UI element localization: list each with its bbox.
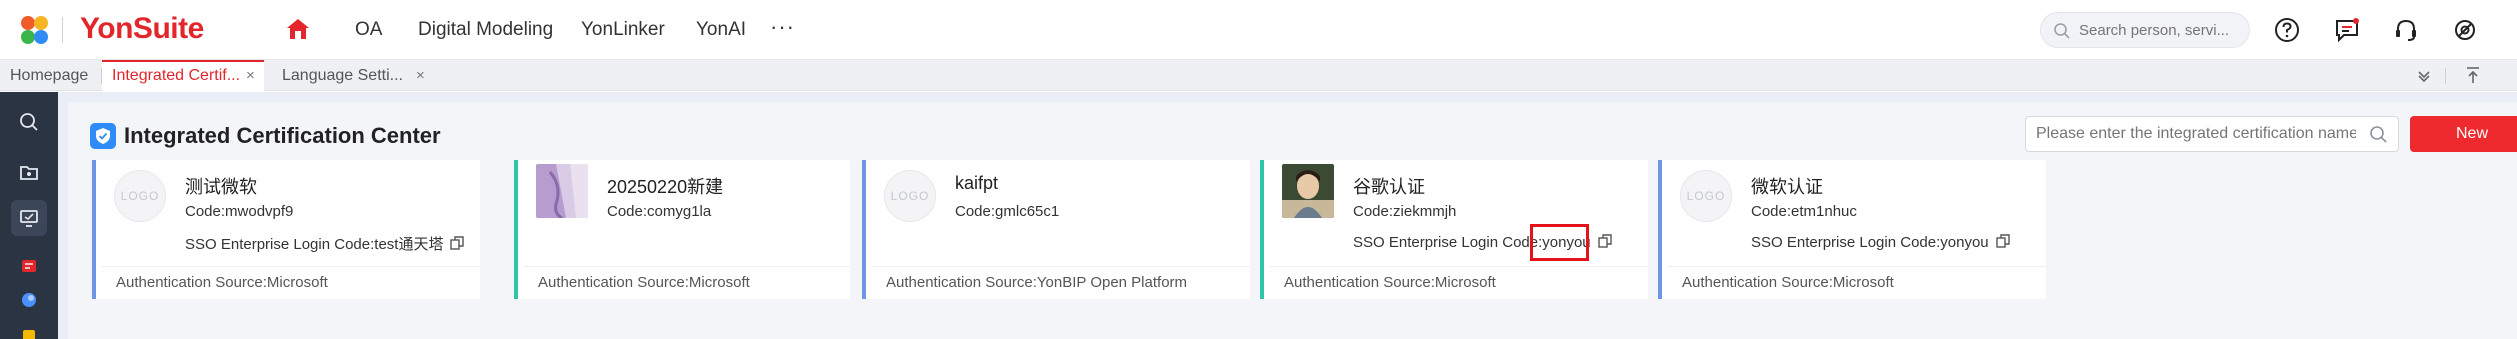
card-code: Code:comyg1la [607,203,712,220]
card-accent [1658,160,1662,299]
headset-icon[interactable] [2391,15,2421,45]
card-divider [872,266,1250,267]
settings-icon[interactable] [2450,15,2480,45]
copy-icon[interactable] [1597,233,1613,249]
certification-card[interactable]: LOGO 测试微软 Code:mwodvpf9 SSO Enterprise L… [92,160,480,299]
app-yellow-icon [23,330,35,339]
card-name: 谷歌认证 [1353,177,1425,197]
nav-item-digital-modeling[interactable]: Digital Modeling [418,19,553,41]
yonsuite-logo-icon[interactable] [18,14,50,46]
help-icon[interactable] [2272,15,2302,45]
sso-text: SSO Enterprise Login Code:test通天塔 [185,236,444,253]
close-tab-icon[interactable]: × [416,60,425,91]
logo-placeholder: LOGO [884,170,936,222]
search-icon [2054,23,2070,39]
card-sso-code: SSO Enterprise Login Code:yonyou [1751,233,2011,251]
card-accent [1260,160,1264,299]
certification-card[interactable]: 20250220新建 Code:comyg1la Authentication … [514,160,850,299]
message-icon[interactable] [2332,15,2362,45]
nav-item-yonai[interactable]: YonAI [696,19,746,41]
card-auth-source: Authentication Source:Microsoft [1682,274,1894,291]
card-image [536,164,588,218]
sidebar-item-documents[interactable] [11,154,47,190]
card-auth-source: Authentication Source:Microsoft [538,274,750,291]
card-name: 微软认证 [1751,177,1823,197]
nav-item-yonlinker[interactable]: YonLinker [581,19,665,41]
close-tab-icon[interactable]: × [246,62,255,89]
home-icon[interactable] [286,18,310,40]
card-code: Code:ziekmmjh [1353,203,1457,220]
chevron-down-icon[interactable] [2413,64,2435,86]
tab-label: Homepage [10,67,89,84]
copy-icon[interactable] [1995,233,2011,249]
app-red-icon [22,260,36,272]
certification-card[interactable]: 谷歌认证 Code:ziekmmjh SSO Enterprise Login … [1260,160,1648,299]
cloud-icon [22,293,36,307]
tab-integrated-certification[interactable]: Integrated Certif... × [102,60,264,91]
card-accent [514,160,518,299]
main-content: Integrated Certification Center New LOGO… [58,92,2517,339]
highlight-box [1530,224,1589,261]
certification-card[interactable]: LOGO kaifpt Code:gmlc65c1 Authentication… [862,160,1250,299]
sidebar-search-button[interactable] [11,104,47,140]
sidebar-item-app-blue[interactable] [11,282,47,318]
folder-icon [20,166,38,180]
sidebar-item-monitor[interactable] [11,200,47,236]
top-header: YonSuite OA Digital Modeling YonLinker Y… [0,0,2517,60]
tab-strip: Homepage Integrated Certif... × Language… [0,60,2517,91]
card-image [1282,164,1334,218]
search-icon[interactable] [2369,125,2388,144]
card-auth-source: Authentication Source:Microsoft [116,274,328,291]
card-divider [102,266,480,267]
tab-homepage[interactable]: Homepage [0,60,100,91]
card-divider [524,266,850,267]
new-button[interactable]: New [2410,116,2517,152]
certification-card[interactable]: LOGO 微软认证 Code:etm1nhuc SSO Enterprise L… [1658,160,2046,299]
monitor-icon [20,210,38,227]
page-title: Integrated Certification Center [124,123,441,148]
shield-check-icon [90,123,116,149]
card-code: Code:gmlc65c1 [955,203,1060,220]
pin-top-icon[interactable] [2462,64,2484,86]
card-divider [1668,266,2046,267]
certification-panel: Integrated Certification Center New LOGO… [68,102,2517,339]
tab-divider [2445,68,2446,84]
global-search-input[interactable] [2079,20,2239,40]
logo-divider [62,17,63,43]
card-code: Code:mwodvpf9 [185,203,294,220]
card-auth-source: Authentication Source:Microsoft [1284,274,1496,291]
global-search[interactable] [2040,12,2250,48]
card-accent [862,160,866,299]
card-sso-code: SSO Enterprise Login Code:test通天塔 [185,233,465,254]
sso-text: SSO Enterprise Login Code:yonyou [1751,234,1989,251]
card-name: 测试微软 [185,177,257,197]
logo-placeholder: LOGO [114,170,166,222]
logo-placeholder: LOGO [1680,170,1732,222]
copy-icon[interactable] [449,235,465,251]
more-menu-icon[interactable]: ··· [770,14,795,40]
sidebar-item-app-yellow[interactable] [11,317,47,339]
left-sidebar [0,92,58,339]
search-icon [20,113,38,131]
card-name: kaifpt [955,173,999,193]
certification-search[interactable] [2025,116,2399,152]
card-code: Code:etm1nhuc [1751,203,1857,220]
tab-language-settings[interactable]: Language Setti... × [272,60,442,91]
card-divider [1270,266,1648,267]
tab-label: Language Setti... [282,67,403,84]
card-accent [92,160,96,299]
brand-logo-text[interactable]: YonSuite [80,12,204,46]
card-auth-source: Authentication Source:YonBIP Open Platfo… [886,274,1188,291]
nav-item-oa[interactable]: OA [355,19,382,41]
card-name: 20250220新建 [607,177,724,197]
certification-search-input[interactable] [2036,125,2356,143]
sidebar-item-app-red[interactable] [11,248,47,284]
tab-label: Integrated Certif... [112,67,241,84]
